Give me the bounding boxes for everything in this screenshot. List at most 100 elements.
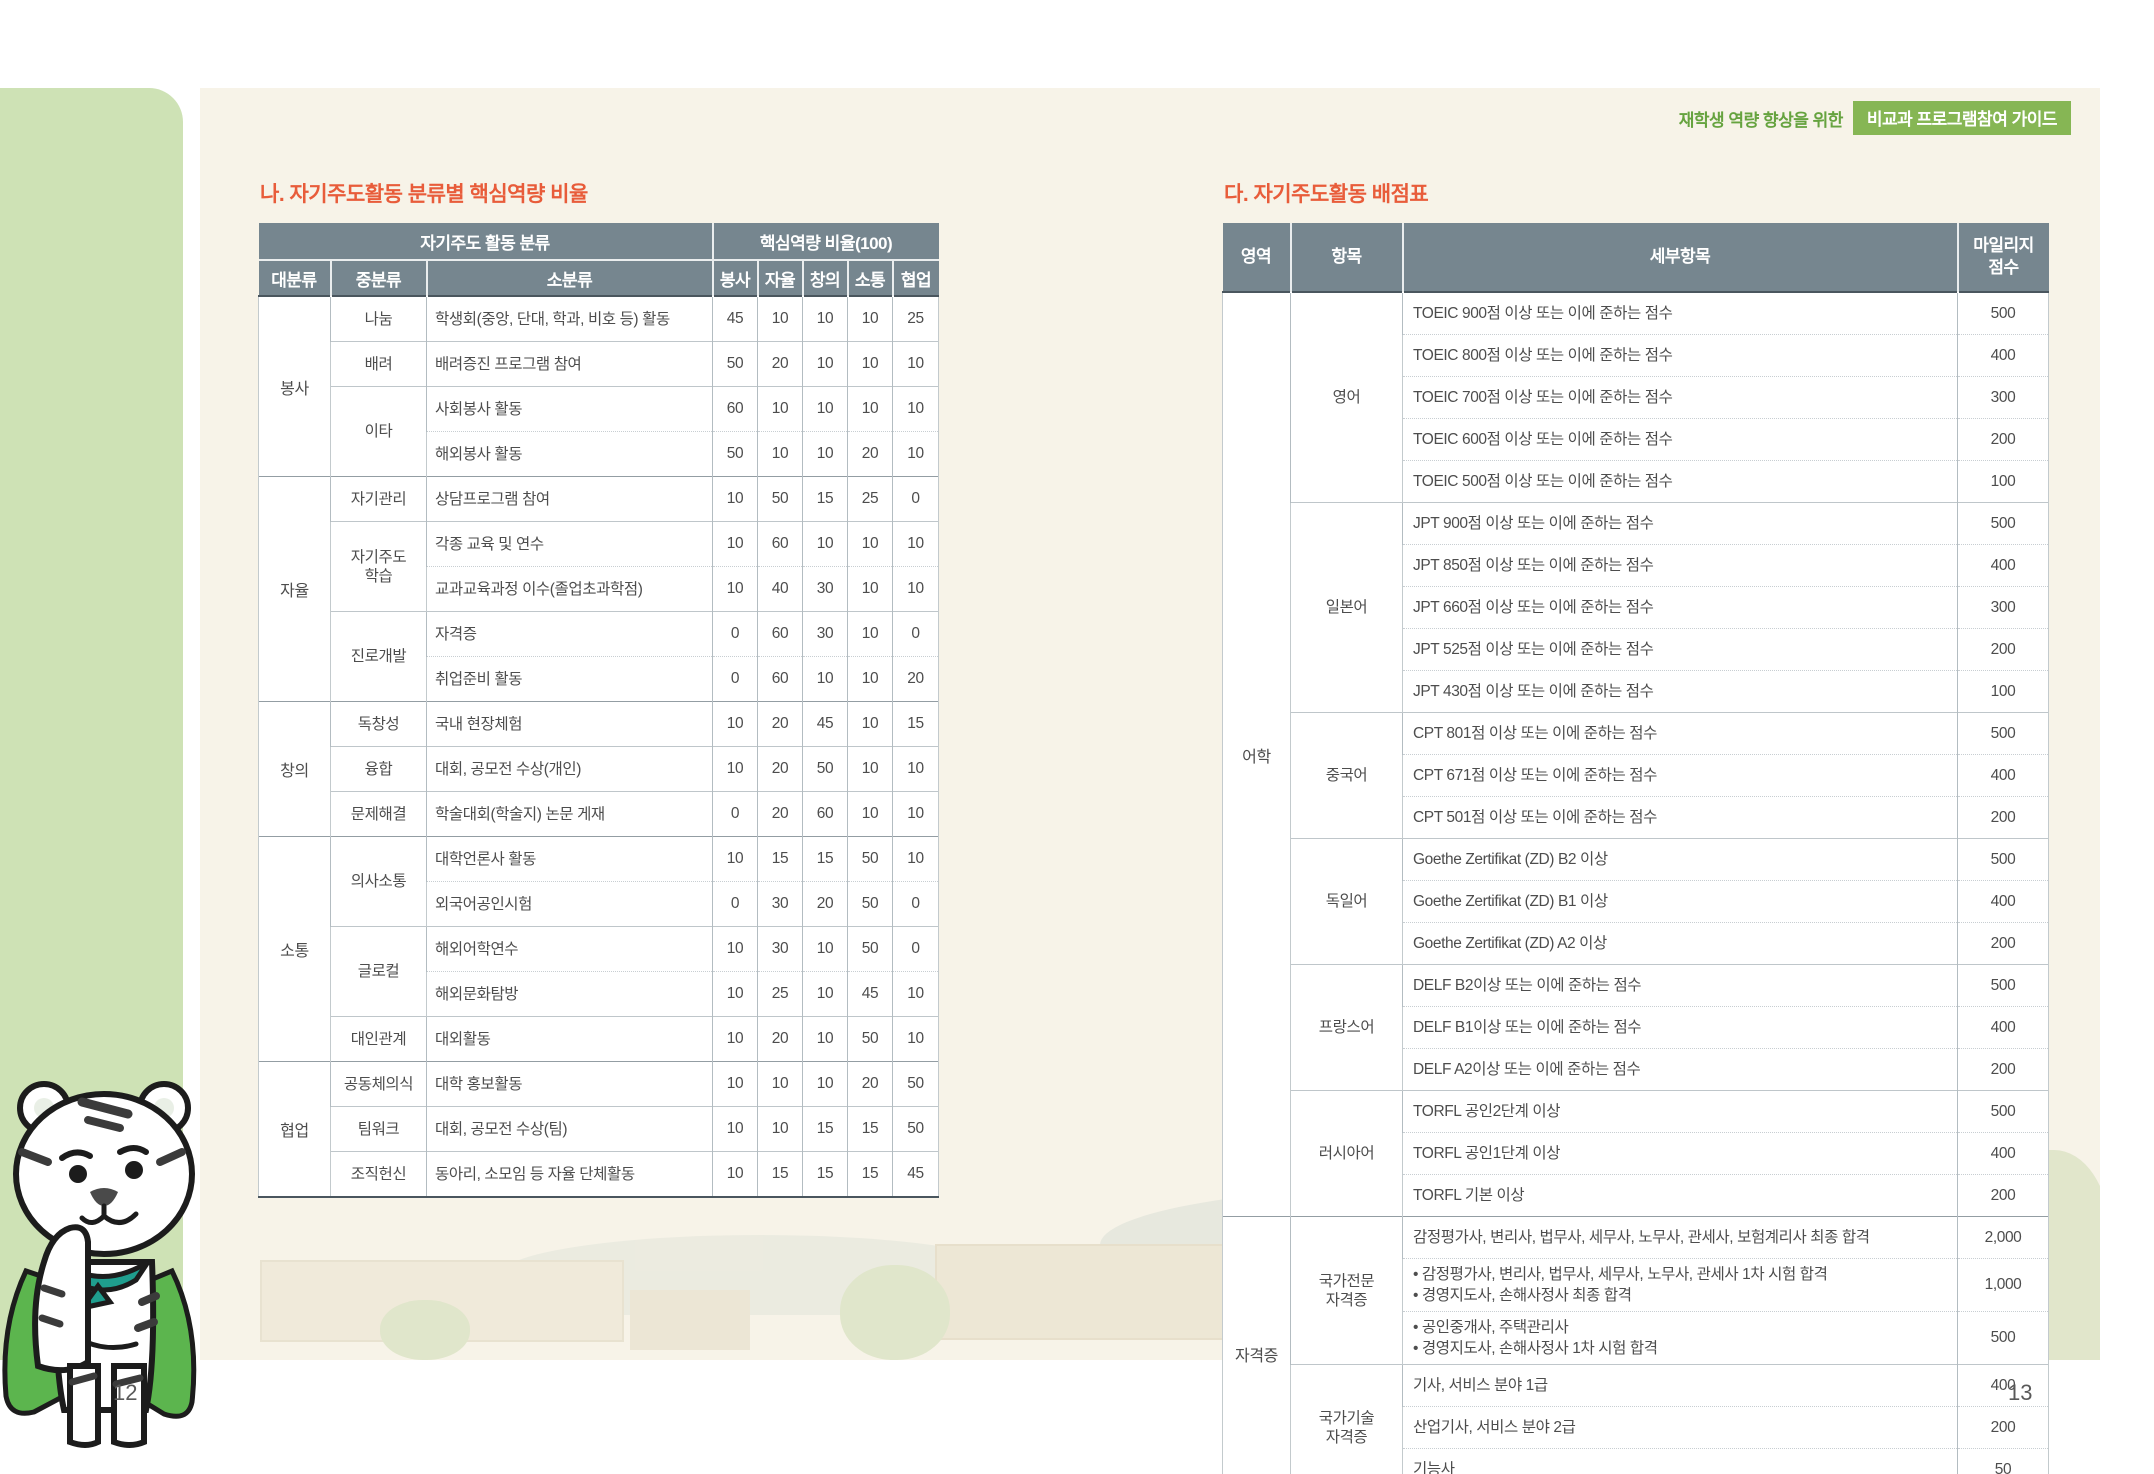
table-cell-detail: TOEIC 900점 이상 또는 이에 준하는 점수: [1403, 292, 1958, 335]
detail-line: 감정평가사, 변리사, 법무사, 세무사, 노무사, 관세사, 보험계리사 최종…: [1413, 1227, 1947, 1248]
table-row: 독일어Goethe Zertifikat (ZD) B2 이상500: [1223, 839, 2049, 881]
guide-page: 재학생 역량 향상을 위한 비교과 프로그램참여 가이드 나. 자기주도활동 분…: [0, 0, 2154, 1474]
table-cell-mid: 의사소통: [331, 837, 427, 927]
table-cell-sub: 교과교육과정 이수(졸업초과학점): [427, 567, 713, 612]
table-cell-sub: 대학 홍보활동: [427, 1062, 713, 1107]
column-header-mid: 중분류: [331, 260, 427, 296]
table-cell-mid: 문제해결: [331, 792, 427, 837]
table-row: 문제해결학술대회(학술지) 논문 게재020601010: [259, 792, 939, 837]
table-cell-mid: 공동체의식: [331, 1062, 427, 1107]
table-cell-num: 10: [758, 1062, 803, 1107]
table-cell-num: 60: [758, 612, 803, 657]
table-cell-num: 30: [803, 612, 848, 657]
table-cell-num: 0: [893, 927, 939, 972]
table-cell-score: 300: [1958, 587, 2049, 629]
table-cell-num: 10: [713, 1017, 758, 1062]
table-cell-sub: 동아리, 소모임 등 자율 단체활동: [427, 1152, 713, 1198]
table-cell-detail: CPT 801점 이상 또는 이에 준하는 점수: [1403, 713, 1958, 755]
table-cell-detail: TOEIC 800점 이상 또는 이에 준하는 점수: [1403, 335, 1958, 377]
table-cell-detail: JPT 850점 이상 또는 이에 준하는 점수: [1403, 545, 1958, 587]
table-cell-score: 100: [1958, 461, 2049, 503]
table-cell-detail: Goethe Zertifikat (ZD) B2 이상: [1403, 839, 1958, 881]
table-cell-item: 국가전문 자격증: [1291, 1217, 1403, 1365]
detail-line: Goethe Zertifikat (ZD) B2 이상: [1413, 849, 1947, 870]
table-cell-num: 15: [848, 1107, 893, 1152]
table-row: 중국어CPT 801점 이상 또는 이에 준하는 점수500: [1223, 713, 2049, 755]
table-cell-mid: 배려: [331, 342, 427, 387]
table-row: 협업공동체의식대학 홍보활동1010102050: [259, 1062, 939, 1107]
table-row: 융합대회, 공모전 수상(개인)1020501010: [259, 747, 939, 792]
table-cell-score: 500: [1958, 1312, 2049, 1365]
table-cell-score: 400: [1958, 335, 2049, 377]
table-cell-num: 10: [893, 387, 939, 432]
table-cell-item: 독일어: [1291, 839, 1403, 965]
table-cell-num: 60: [713, 387, 758, 432]
table-row: 자기주도 학습각종 교육 및 연수1060101010: [259, 522, 939, 567]
detail-line: DELF B2이상 또는 이에 준하는 점수: [1413, 975, 1947, 996]
table-cell-mid: 자기주도 학습: [331, 522, 427, 612]
table-cell-sub: 취업준비 활동: [427, 657, 713, 702]
table-row: 글로컬해외어학연수103010500: [259, 927, 939, 972]
detail-line: JPT 660점 이상 또는 이에 준하는 점수: [1413, 597, 1947, 618]
table-cell-num: 20: [803, 882, 848, 927]
table-cell-num: 50: [758, 477, 803, 522]
table-cell-num: 10: [848, 522, 893, 567]
detail-line: TORFL 공인2단계 이상: [1413, 1101, 1947, 1122]
table-cell-num: 45: [803, 702, 848, 747]
table-cell-num: 0: [893, 477, 939, 522]
table-cell-num: 60: [803, 792, 848, 837]
table-row: 창의독창성국내 현장체험1020451015: [259, 702, 939, 747]
table-cell-num: 10: [848, 296, 893, 342]
tiger-mascot: [0, 1066, 222, 1450]
detail-line: JPT 850점 이상 또는 이에 준하는 점수: [1413, 555, 1947, 576]
table-cell-num: 10: [713, 702, 758, 747]
table-cell-num: 10: [713, 747, 758, 792]
table-cell-score: 500: [1958, 292, 2049, 335]
table-cell-num: 15: [803, 837, 848, 882]
column-header-mileage: 마일리지 점수: [1958, 223, 2049, 292]
table-cell-num: 10: [758, 1107, 803, 1152]
column-header-major: 대분류: [259, 260, 331, 296]
table-cell-sub: 외국어공인시험: [427, 882, 713, 927]
table-cell-region: 어학: [1223, 292, 1291, 1217]
table-cell-score: 400: [1958, 755, 2049, 797]
table-cell-detail: DELF A2이상 또는 이에 준하는 점수: [1403, 1049, 1958, 1091]
table-cell-item: 러시아어: [1291, 1091, 1403, 1217]
table-cell-num: 10: [713, 927, 758, 972]
detail-line: TOEIC 600점 이상 또는 이에 준하는 점수: [1413, 429, 1947, 450]
table-cell-num: 15: [848, 1152, 893, 1198]
header-tag-prefix: 재학생 역량 향상을 위한: [1679, 106, 1843, 131]
table-cell-num: 10: [803, 522, 848, 567]
score-allocation-section: 다. 자기주도활동 배점표 영역 항목 세부항목 마일리지 점수 어학영어TOE…: [1222, 178, 2048, 1474]
table-row: 러시아어TORFL 공인2단계 이상500: [1223, 1091, 2049, 1133]
detail-line: • 경영지도사, 손해사정사 최종 합격: [1413, 1285, 1947, 1306]
detail-line: CPT 801점 이상 또는 이에 준하는 점수: [1413, 723, 1947, 744]
table-cell-major: 창의: [259, 702, 331, 837]
detail-line: TOEIC 900점 이상 또는 이에 준하는 점수: [1413, 303, 1947, 324]
table-cell-num: 45: [848, 972, 893, 1017]
detail-line: Goethe Zertifikat (ZD) B1 이상: [1413, 891, 1947, 912]
table-cell-detail: DELF B2이상 또는 이에 준하는 점수: [1403, 965, 1958, 1007]
table-cell-detail: JPT 525점 이상 또는 이에 준하는 점수: [1403, 629, 1958, 671]
table-cell-sub: 학생회(중앙, 단대, 학과, 비호 등) 활동: [427, 296, 713, 342]
table-cell-score: 200: [1958, 797, 2049, 839]
column-header-sub: 소분류: [427, 260, 713, 296]
table-cell-detail: JPT 430점 이상 또는 이에 준하는 점수: [1403, 671, 1958, 713]
table-cell-num: 20: [758, 747, 803, 792]
table-cell-item: 프랑스어: [1291, 965, 1403, 1091]
table-cell-score: 100: [1958, 671, 2049, 713]
table-cell-detail: 산업기사, 서비스 분야 2급: [1403, 1407, 1958, 1449]
table-cell-detail: Goethe Zertifikat (ZD) A2 이상: [1403, 923, 1958, 965]
column-group-activity: 자기주도 활동 분류: [259, 223, 713, 260]
table-cell-num: 10: [848, 792, 893, 837]
table-cell-score: 500: [1958, 839, 2049, 881]
table-cell-score: 400: [1958, 881, 2049, 923]
table-row: 어학영어TOEIC 900점 이상 또는 이에 준하는 점수500: [1223, 292, 2049, 335]
detail-line: TORFL 공인1단계 이상: [1413, 1143, 1947, 1164]
table-cell-num: 10: [713, 477, 758, 522]
table-cell-detail: 감정평가사, 변리사, 법무사, 세무사, 노무사, 관세사, 보험계리사 최종…: [1403, 1217, 1958, 1259]
table-cell-num: 10: [893, 1017, 939, 1062]
table-cell-num: 30: [758, 882, 803, 927]
table-cell-detail: TORFL 기본 이상: [1403, 1175, 1958, 1217]
table-cell-num: 20: [758, 792, 803, 837]
